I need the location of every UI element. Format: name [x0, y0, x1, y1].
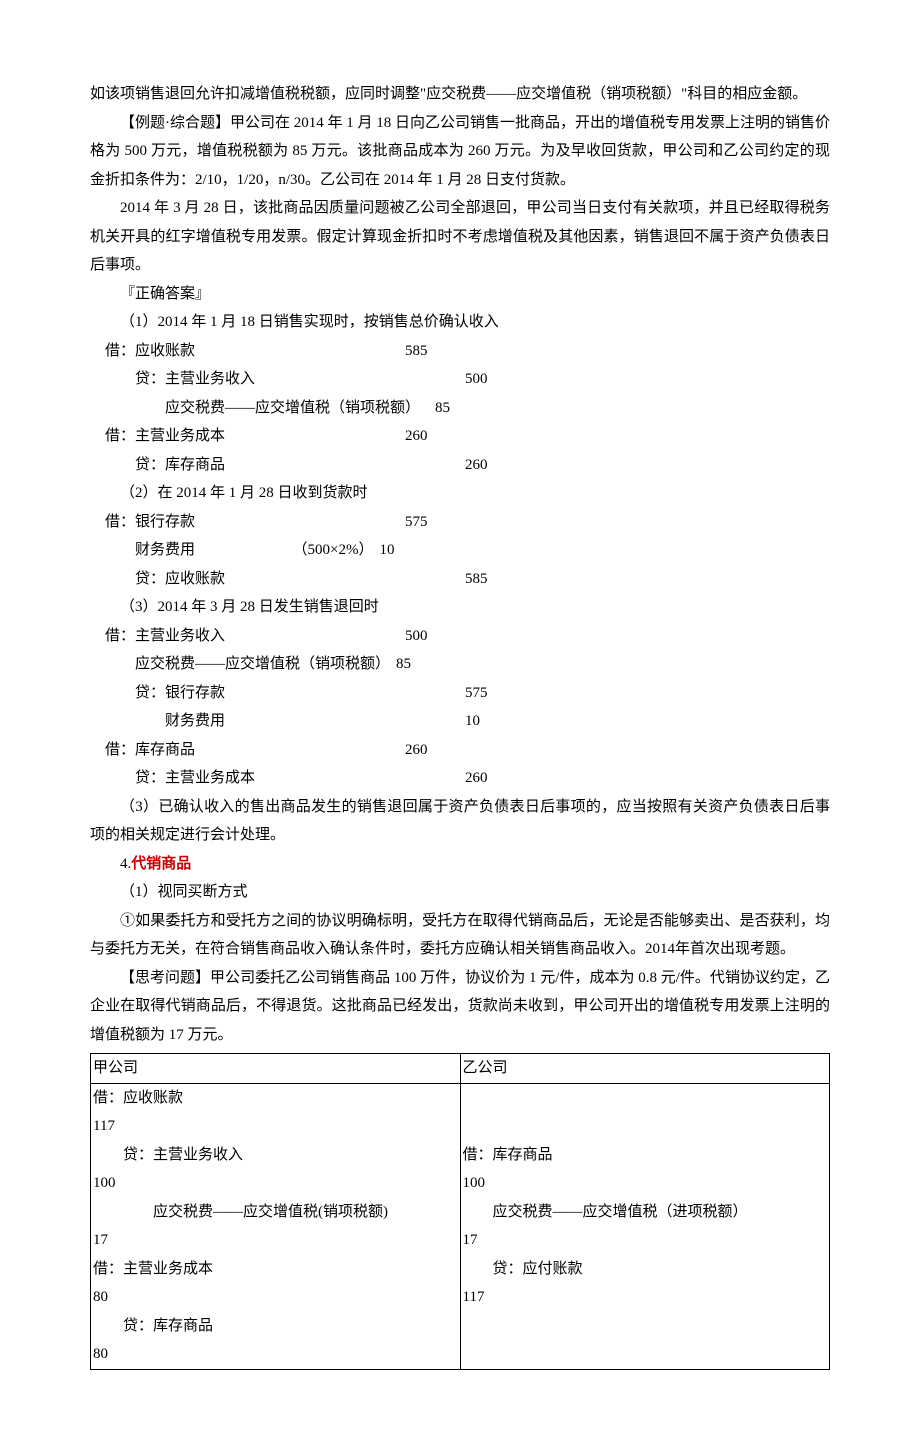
table-line: 应交税费——应交增值税(销项税额)	[93, 1198, 458, 1227]
amount: 260	[405, 422, 455, 451]
amount: 260	[465, 764, 515, 793]
amount: 85	[435, 394, 485, 423]
journal-entry: 借：银行存款575	[105, 508, 830, 537]
para-note-3: （3）已确认收入的售出商品发生的销售退回属于资产负债表日后事项的，应当按照有关资…	[90, 793, 830, 850]
amount: 10	[465, 707, 515, 736]
journal-block-2: 借：银行存款575 财务费用 （500×2%）10 贷：应收账款585	[90, 508, 830, 594]
section-4-prefix: 4.	[120, 856, 131, 872]
section-4-heading: 4.代销商品	[90, 850, 830, 879]
journal-entry: 财务费用 （500×2%）10	[105, 536, 830, 565]
table-line: 借：库存商品	[463, 1141, 828, 1170]
journal-entry: 贷：主营业务成本260	[105, 764, 830, 793]
journal-entry: 借：库存商品260	[105, 736, 830, 765]
table-line	[463, 1084, 828, 1113]
amount: 575	[465, 679, 515, 708]
journal-entry: 借：应收账款585	[105, 337, 830, 366]
table-line	[463, 1340, 828, 1369]
step-3-label: （3）2014 年 3 月 28 日发生销售退回时	[90, 593, 830, 622]
para-1: 如该项销售退回允许扣减增值税税额，应同时调整"应交税费——应交增值税（销项税额）…	[90, 80, 830, 109]
table-header-left: 甲公司	[91, 1054, 461, 1084]
amount: 575	[405, 508, 455, 537]
amount: 10	[379, 536, 429, 565]
amount: 500	[405, 622, 455, 651]
answer-label: 『正确答案』	[90, 280, 830, 309]
table-line: 100	[93, 1169, 458, 1198]
amount: 85	[396, 650, 446, 679]
table-line: 100	[463, 1169, 828, 1198]
journal-entry: 贷：库存商品260	[105, 451, 830, 480]
table-cell-left: 借：应收账款117 贷：主营业务收入100 应交税费——应交增值税(销项税额)1…	[91, 1083, 461, 1369]
journal-entry: 借：主营业务收入500	[105, 622, 830, 651]
amount: 500	[465, 365, 515, 394]
section-4-title: 代销商品	[131, 856, 191, 872]
table-header-right: 乙公司	[460, 1054, 830, 1084]
para-3: 2014 年 3 月 28 日，该批商品因质量问题被乙公司全部退回，甲公司当日支…	[90, 194, 830, 280]
journal-entry: 应交税费——应交增值税（销项税额）85	[105, 394, 830, 423]
journal-block-3: 借：主营业务收入500 应交税费——应交增值税（销项税额）85 贷：银行存款57…	[90, 622, 830, 793]
table-line: 117	[93, 1112, 458, 1141]
step-1-label: （1）2014 年 1 月 18 日销售实现时，按销售总价确认收入	[90, 308, 830, 337]
table-line	[463, 1312, 828, 1341]
amount: 260	[405, 736, 455, 765]
comparison-table: 甲公司 乙公司 借：应收账款117 贷：主营业务收入100 应交税费——应交增值…	[90, 1053, 830, 1370]
table-line: 借：应收账款	[93, 1084, 458, 1113]
table-line: 应交税费——应交增值税（进项税额）	[463, 1198, 828, 1227]
para-example: 【例题·综合题】甲公司在 2014 年 1 月 18 日向乙公司销售一批商品，开…	[90, 109, 830, 195]
amount: 585	[405, 337, 455, 366]
table-line: 贷：库存商品	[93, 1312, 458, 1341]
para-sub1: （1）视同买断方式	[90, 878, 830, 907]
table-line: 17	[93, 1226, 458, 1255]
table-line: 117	[463, 1283, 828, 1312]
para-think: 【思考问题】甲公司委托乙公司销售商品 100 万件，协议价为 1 元/件，成本为…	[90, 964, 830, 1050]
table-line: 80	[93, 1283, 458, 1312]
journal-block-1: 借：应收账款585 贷：主营业务收入500 应交税费——应交增值税（销项税额）8…	[90, 337, 830, 480]
table-cell-right: 借：库存商品100 应交税费——应交增值税（进项税额）17 贷：应付账款117	[460, 1083, 830, 1369]
journal-entry: 贷：应收账款585	[105, 565, 830, 594]
table-line: 80	[93, 1340, 458, 1369]
table-line: 17	[463, 1226, 828, 1255]
journal-entry: 贷：银行存款575	[105, 679, 830, 708]
journal-entry: 财务费用10	[105, 707, 830, 736]
amount: 260	[465, 451, 515, 480]
table-line: 贷：应付账款	[463, 1255, 828, 1284]
para-sub1-desc: ①如果委托方和受托方之间的协议明确标明，受托方在取得代销商品后，无论是否能够卖出…	[90, 907, 830, 964]
amount: 585	[465, 565, 515, 594]
journal-entry: 应交税费——应交增值税（销项税额）85	[105, 650, 830, 679]
step-2-label: （2）在 2014 年 1 月 28 日收到货款时	[90, 479, 830, 508]
table-line: 借：主营业务成本	[93, 1255, 458, 1284]
table-line: 贷：主营业务收入	[93, 1141, 458, 1170]
journal-entry: 贷：主营业务收入500	[105, 365, 830, 394]
journal-entry: 借：主营业务成本260	[105, 422, 830, 451]
table-line	[463, 1112, 828, 1141]
